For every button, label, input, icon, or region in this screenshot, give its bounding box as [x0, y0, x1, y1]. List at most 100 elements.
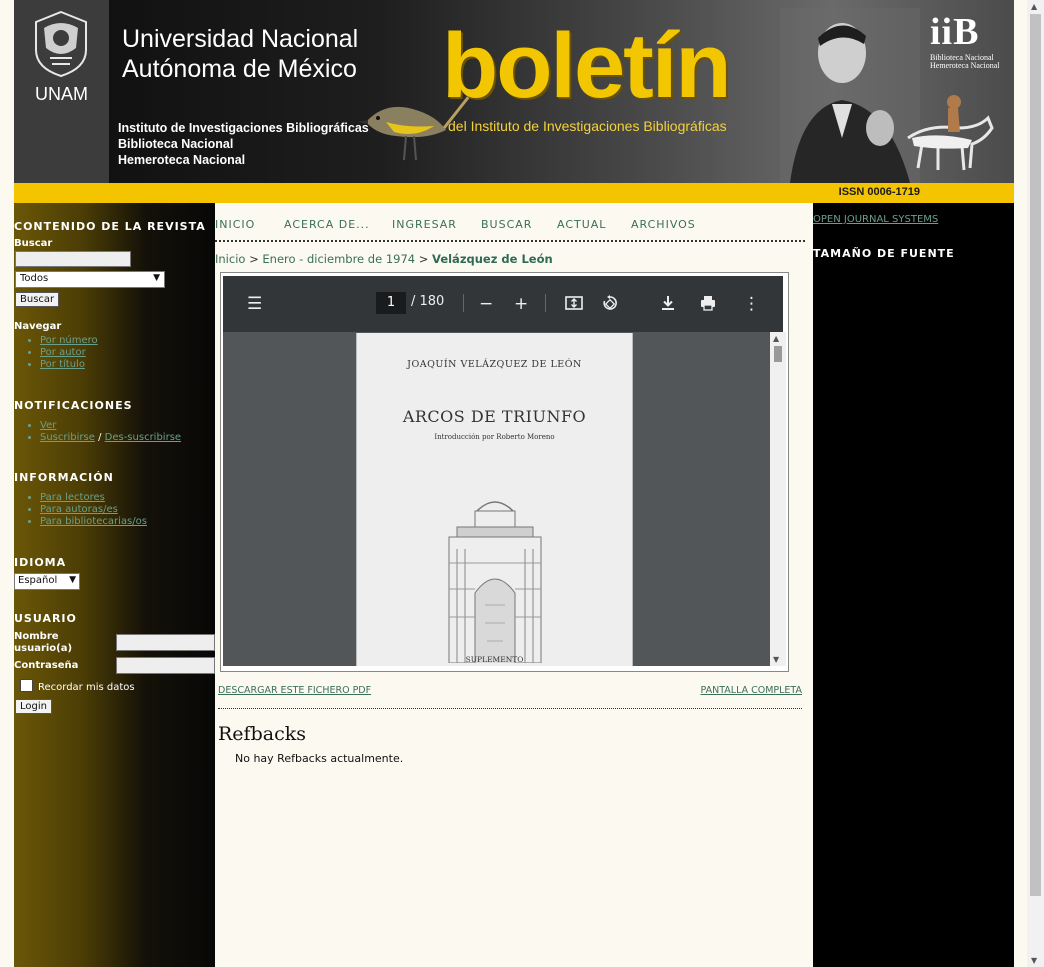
- search-scope-select[interactable]: Todos ▼: [15, 271, 165, 288]
- nav-search[interactable]: BUSCAR: [481, 218, 532, 231]
- download-icon[interactable]: [659, 294, 677, 317]
- info-authors-link[interactable]: Para autoras/es: [40, 504, 118, 515]
- issn-label: ISSN 0006-1719: [838, 186, 920, 198]
- browse-by-author-link[interactable]: Por autor: [40, 347, 86, 358]
- unsubscribe-link[interactable]: Des-suscribirse: [105, 432, 181, 443]
- font-size-title: TAMAÑO DE FUENTE: [813, 247, 955, 260]
- search-button[interactable]: Buscar: [15, 292, 60, 307]
- breadcrumb-current[interactable]: Velázquez de León: [432, 252, 553, 266]
- university-name: Universidad Nacional Autónoma de México: [122, 24, 358, 84]
- pdf-document-area[interactable]: JOAQUÍN VELÁZQUEZ DE LEÓN ARCOS DE TRIUN…: [223, 332, 783, 666]
- browse-by-title-link[interactable]: Por título: [40, 359, 85, 370]
- page-author: JOAQUÍN VELÁZQUEZ DE LEÓN: [407, 359, 582, 370]
- notify-separator: /: [98, 432, 102, 443]
- iib-logo-mark: iiB: [930, 11, 980, 53]
- breadcrumb-separator: >: [418, 252, 429, 266]
- horse-figure-icon: [907, 95, 994, 171]
- main-content: INICIO ACERCA DE... INGRESAR BUSCAR ACTU…: [215, 203, 813, 967]
- login-button[interactable]: Login: [15, 699, 52, 714]
- scroll-down-arrow-icon[interactable]: ▼: [1031, 956, 1037, 965]
- search-input[interactable]: [15, 251, 131, 267]
- institute-line1: Instituto de Investigaciones Bibliográfi…: [118, 121, 369, 135]
- ojs-link[interactable]: OPEN JOURNAL SYSTEMS: [813, 214, 938, 225]
- pdf-scrollbar-thumb[interactable]: [774, 346, 782, 362]
- unam-label: UNAM: [35, 84, 88, 104]
- user-title: USUARIO: [14, 612, 77, 625]
- rotate-icon[interactable]: [601, 294, 619, 317]
- browse-by-issue-link[interactable]: Por número: [40, 335, 98, 346]
- more-options-icon[interactable]: ⋮: [743, 294, 760, 314]
- toolbar-divider: [463, 294, 464, 312]
- iib-logo[interactable]: iiB Biblioteca Nacional Hemeroteca Nacio…: [930, 10, 1006, 82]
- institute-line3: Hemeroteca Nacional: [118, 153, 246, 167]
- pdf-links-bar: DESCARGAR ESTE FICHERO PDF PANTALLA COMP…: [218, 684, 802, 709]
- breadcrumb-separator: >: [249, 252, 259, 266]
- unam-seal-icon: [35, 10, 87, 78]
- username-input[interactable]: [116, 634, 215, 651]
- journal-content-title: CONTENIDO DE LA REVISTA: [14, 220, 206, 233]
- page-total: / 180: [411, 294, 445, 309]
- institute-line2: Biblioteca Nacional: [118, 137, 234, 151]
- nav-about[interactable]: ACERCA DE...: [284, 218, 370, 231]
- right-sidebar: OPEN JOURNAL SYSTEMS TAMAÑO DE FUENTE: [813, 203, 1014, 967]
- zoom-in-icon[interactable]: +: [514, 294, 528, 314]
- info-readers-link[interactable]: Para lectores: [40, 492, 105, 503]
- nav-home[interactable]: INICIO: [215, 218, 255, 231]
- print-icon[interactable]: [699, 294, 717, 317]
- language-select[interactable]: Español ▼: [14, 573, 80, 590]
- notifications-list: Ver Suscribirse / Des-suscribirse: [28, 420, 181, 444]
- pdf-viewer[interactable]: ☰ 1 / 180 − + ⋮ JOAQUÍN VELÁZQUEZ DE LEÓ…: [220, 272, 789, 672]
- page-title: ARCOS DE TRIUNFO: [402, 407, 587, 426]
- page-footer: SUPLEMENTO: [465, 655, 524, 664]
- search-scope-value: Todos: [20, 273, 49, 284]
- scroll-up-arrow-icon[interactable]: ▲: [1031, 2, 1037, 11]
- scroll-up-arrow-icon[interactable]: ▲: [773, 334, 779, 343]
- browse-list: Por número Por autor Por título: [28, 335, 98, 371]
- scroll-down-arrow-icon[interactable]: ▼: [773, 655, 779, 664]
- remember-me-checkbox[interactable]: [20, 679, 33, 692]
- search-label: Buscar: [14, 238, 53, 249]
- breadcrumb-issue[interactable]: Enero - diciembre de 1974: [262, 252, 415, 266]
- page-intro: Introducción por Roberto Moreno: [434, 433, 555, 441]
- university-name-line1: Universidad Nacional: [122, 25, 359, 53]
- refbacks-empty-text: No hay Refbacks actualmente.: [235, 752, 404, 765]
- unam-logo-block[interactable]: UNAM: [14, 0, 109, 183]
- chevron-down-icon: ▼: [69, 575, 76, 585]
- main-nav: INICIO ACERCA DE... INGRESAR BUSCAR ACTU…: [215, 218, 805, 242]
- fit-page-icon[interactable]: [565, 294, 583, 317]
- pdf-page: JOAQUÍN VELÁZQUEZ DE LEÓN ARCOS DE TRIUN…: [356, 333, 633, 666]
- username-label: Nombre usuario(a): [14, 631, 73, 654]
- breadcrumb-home[interactable]: Inicio: [215, 252, 245, 266]
- info-librarians-link[interactable]: Para bibliotecarias/os: [40, 516, 147, 527]
- notifications-view-link[interactable]: Ver: [40, 420, 56, 431]
- nav-archives[interactable]: ARCHIVOS: [631, 218, 696, 231]
- nav-current[interactable]: ACTUAL: [557, 218, 606, 231]
- information-title: INFORMACIÓN: [14, 471, 114, 484]
- browse-label: Navegar: [14, 321, 62, 332]
- page-scrollbar-thumb[interactable]: [1030, 14, 1041, 896]
- password-label: Contraseña: [14, 660, 79, 671]
- password-input[interactable]: [116, 657, 215, 674]
- pdf-scrollbar[interactable]: ▲ ▼: [770, 332, 786, 666]
- site-header: UNAM Universidad Nacional Autónoma de Mé…: [14, 0, 1014, 203]
- nav-login[interactable]: INGRESAR: [392, 218, 457, 231]
- language-select-value: Español: [18, 575, 58, 586]
- university-name-line2: Autónoma de México: [122, 55, 357, 83]
- information-list: Para lectores Para autoras/es Para bibli…: [28, 492, 147, 528]
- chevron-down-icon: ▼: [153, 273, 160, 283]
- institute-lines: Instituto de Investigaciones Bibliográfi…: [118, 120, 369, 168]
- journal-subtitle: del Instituto de Investigaciones Bibliog…: [448, 118, 727, 134]
- refbacks-title: Refbacks: [218, 723, 306, 745]
- menu-icon[interactable]: ☰: [247, 294, 262, 314]
- notifications-title: NOTIFICACIONES: [14, 399, 133, 412]
- left-sidebar: CONTENIDO DE LA REVISTA Buscar Todos ▼ B…: [14, 203, 215, 967]
- fullscreen-link[interactable]: PANTALLA COMPLETA: [700, 685, 802, 696]
- subscribe-link[interactable]: Suscribirse: [40, 432, 95, 443]
- remember-me-label: Recordar mis datos: [38, 682, 135, 693]
- arch-illustration-icon: [448, 501, 542, 663]
- page-scrollbar[interactable]: ▲ ▼: [1027, 0, 1044, 967]
- download-pdf-link[interactable]: DESCARGAR ESTE FICHERO PDF: [218, 685, 371, 696]
- journal-title: boletín: [442, 15, 732, 117]
- zoom-out-icon[interactable]: −: [479, 294, 493, 314]
- page-number-input[interactable]: 1: [376, 292, 406, 314]
